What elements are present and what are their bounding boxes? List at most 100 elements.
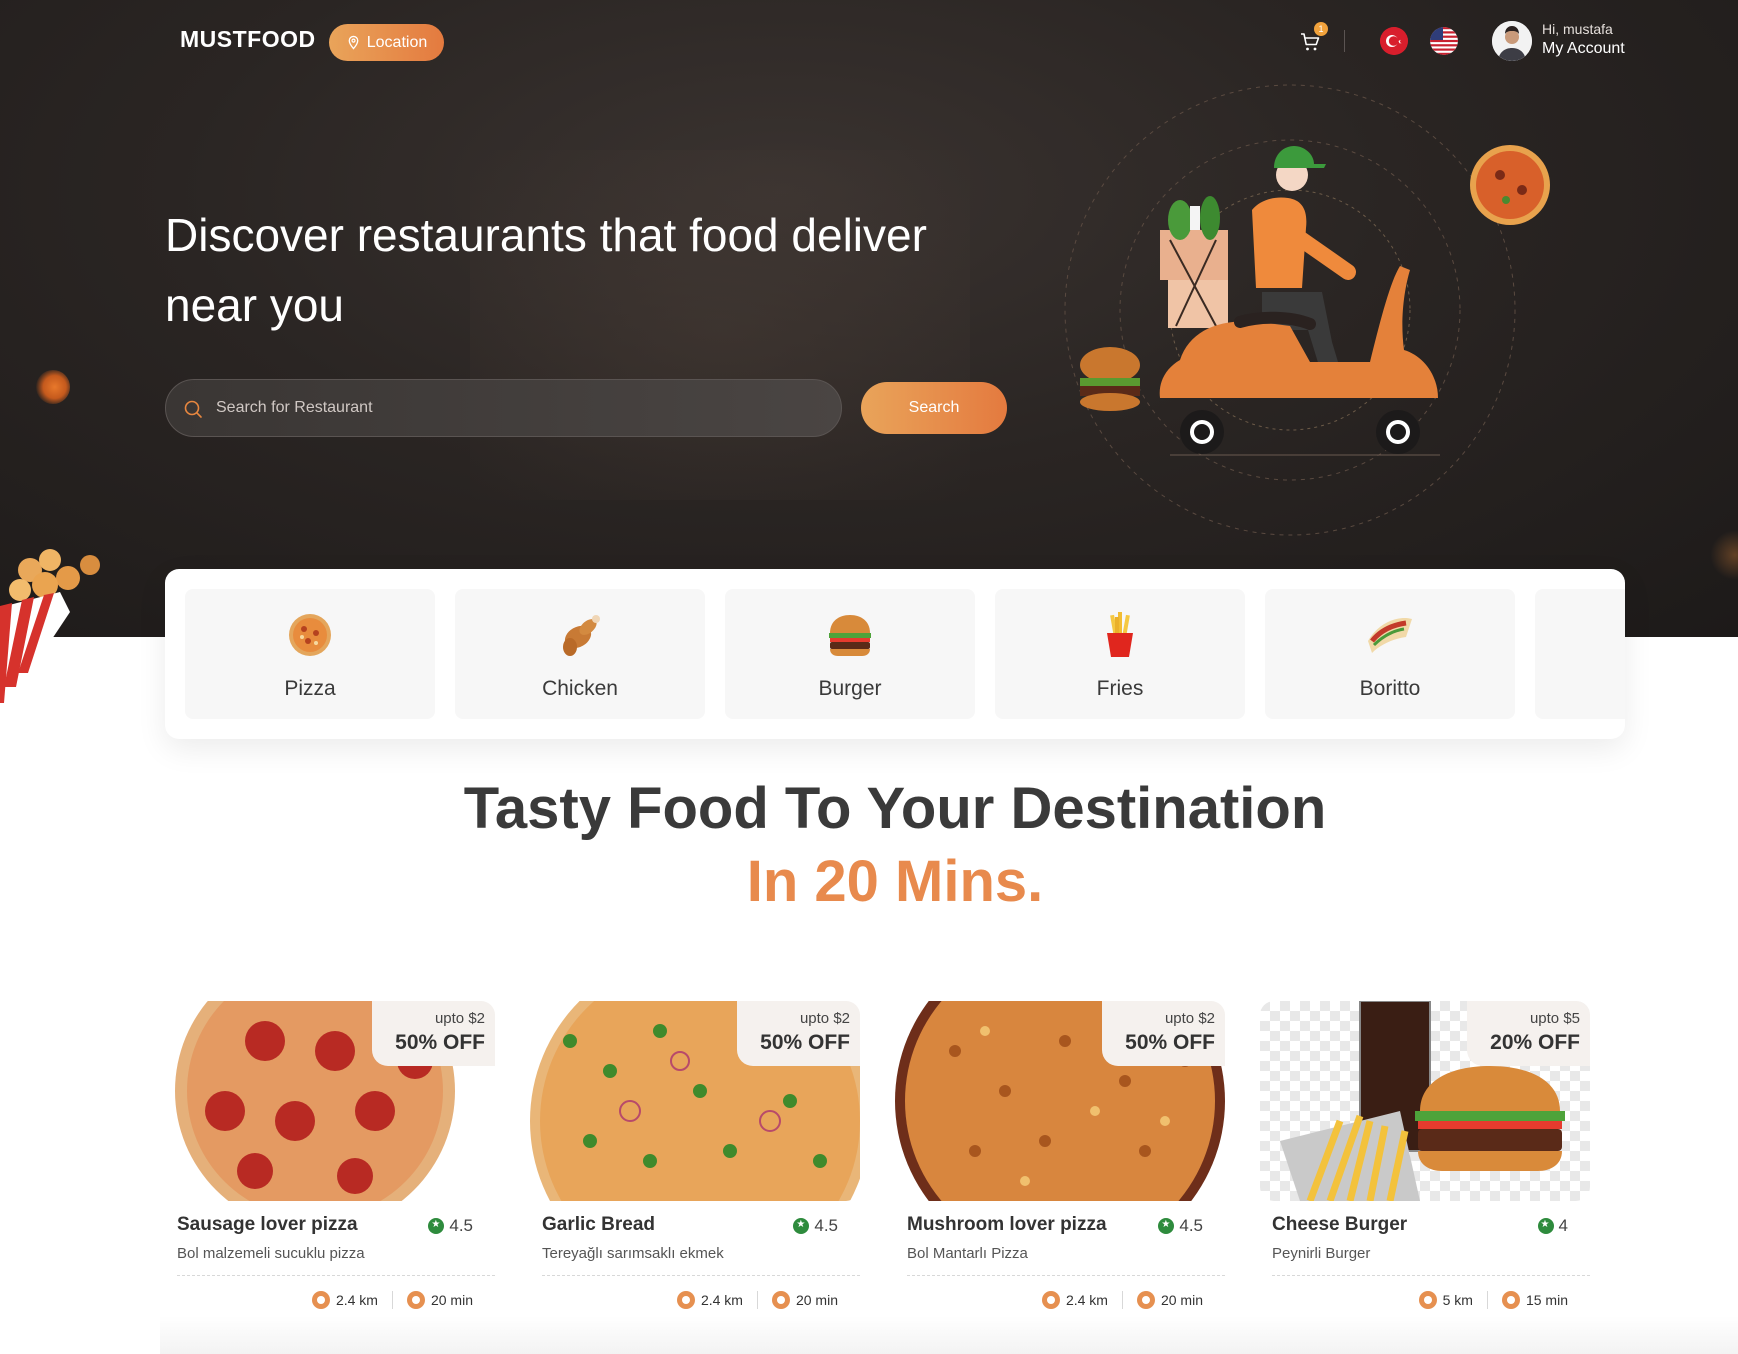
distance: 5 km bbox=[1442, 1292, 1473, 1308]
delivery-time: 20 min bbox=[430, 1292, 473, 1308]
delivery-meta: 5 km 15 min bbox=[1418, 1291, 1568, 1309]
category-label: Burger bbox=[818, 677, 882, 700]
section-subheadline: In 20 Mins. bbox=[746, 849, 1044, 914]
avatar[interactable] bbox=[1492, 21, 1532, 61]
cart-count-badge: 1 bbox=[1314, 22, 1328, 36]
rating-value: 4.5 bbox=[449, 1216, 473, 1235]
star-icon bbox=[1158, 1218, 1175, 1234]
search-button[interactable]: Search bbox=[861, 382, 1007, 434]
rating: 4.5 bbox=[1158, 1216, 1203, 1236]
us-flag-icon[interactable] bbox=[1430, 27, 1458, 55]
greeting-text: Hi, mustafa bbox=[1542, 21, 1613, 37]
delivery-time: 15 min bbox=[1525, 1292, 1568, 1308]
delivery-time: 20 min bbox=[795, 1292, 838, 1308]
location-pin-icon bbox=[1041, 1291, 1060, 1309]
category-label: Pizza bbox=[284, 677, 336, 700]
meta-divider bbox=[391, 1291, 393, 1309]
discount-badge: upto $2 50% OFF bbox=[372, 1001, 495, 1066]
discount-percent: 50% OFF bbox=[1125, 1031, 1215, 1054]
restaurant-desc: Tereyağlı sarımsaklı ekmek bbox=[542, 1245, 724, 1262]
delivery-meta: 2.4 km 20 min bbox=[311, 1291, 473, 1309]
my-account-link[interactable]: My Account bbox=[1542, 40, 1625, 58]
delivery-time: 20 min bbox=[1160, 1292, 1203, 1308]
hero-section: MUSTFOOD Location 1 Hi, mustafa My Accou… bbox=[0, 0, 1738, 637]
card-divider bbox=[907, 1275, 1225, 1276]
chicken-icon bbox=[563, 615, 600, 656]
search-icon bbox=[184, 400, 202, 418]
location-pin-icon bbox=[676, 1291, 695, 1309]
category-label: Chicken bbox=[542, 677, 618, 700]
category-chicken[interactable]: Chicken bbox=[455, 589, 705, 719]
meta-divider bbox=[1486, 1291, 1488, 1309]
category-pizza[interactable]: Pizza bbox=[185, 589, 435, 719]
category-burger[interactable]: Burger bbox=[725, 589, 975, 719]
rating: 4 bbox=[1537, 1216, 1568, 1236]
food-image: upto $2 50% OFF bbox=[895, 1001, 1225, 1201]
clock-icon bbox=[1136, 1291, 1155, 1309]
clock-icon bbox=[1501, 1291, 1520, 1309]
search-input[interactable] bbox=[216, 399, 796, 417]
category-more[interactable] bbox=[1535, 589, 1625, 719]
delivery-scooter-illustration bbox=[1064, 84, 1550, 536]
rating-value: 4.5 bbox=[814, 1216, 838, 1235]
restaurant-card[interactable]: upto $5 20% OFF Cheese Burger 4 Peynirli… bbox=[1260, 1001, 1590, 1331]
logo[interactable]: MUSTFOOD bbox=[180, 26, 316, 53]
fries-icon bbox=[1107, 612, 1133, 657]
location-label: Location bbox=[366, 33, 428, 51]
bottom-fade bbox=[160, 1316, 1738, 1354]
card-divider bbox=[177, 1275, 495, 1276]
distance: 2.4 km bbox=[1065, 1292, 1108, 1308]
food-image: upto $5 20% OFF bbox=[1260, 1001, 1590, 1201]
discount-badge: upto $5 20% OFF bbox=[1467, 1001, 1590, 1066]
star-icon bbox=[1537, 1218, 1554, 1234]
restaurant-name: Sausage lover pizza bbox=[177, 1214, 358, 1235]
burrito-icon bbox=[1368, 617, 1412, 653]
category-boritto[interactable]: Boritto bbox=[1265, 589, 1515, 719]
pizza-icon bbox=[289, 614, 331, 656]
tr-flag-icon[interactable] bbox=[1380, 27, 1408, 55]
category-label: Fries bbox=[1096, 677, 1144, 700]
discount-percent: 50% OFF bbox=[760, 1031, 850, 1054]
restaurant-desc: Bol malzemeli sucuklu pizza bbox=[177, 1245, 365, 1262]
restaurant-desc: Peynirli Burger bbox=[1272, 1245, 1371, 1262]
clock-icon bbox=[771, 1291, 790, 1309]
distance: 2.4 km bbox=[700, 1292, 743, 1308]
card-divider bbox=[542, 1275, 860, 1276]
rating-value: 4 bbox=[1558, 1216, 1568, 1235]
decorative-orb bbox=[36, 370, 70, 404]
section-headline: Tasty Food To Your Destination bbox=[463, 776, 1327, 841]
star-icon bbox=[428, 1218, 445, 1234]
restaurant-card[interactable]: upto $2 50% OFF Mushroom lover pizza 4.5… bbox=[895, 1001, 1225, 1331]
discount-upto: upto $2 bbox=[1164, 1010, 1215, 1027]
restaurant-desc: Bol Mantarlı Pizza bbox=[907, 1245, 1028, 1262]
hero-title: Discover restaurants that food deliver n… bbox=[165, 209, 927, 331]
distance: 2.4 km bbox=[335, 1292, 378, 1308]
food-image: upto $2 50% OFF bbox=[165, 1001, 495, 1201]
restaurant-name: Mushroom lover pizza bbox=[907, 1214, 1107, 1235]
restaurant-card[interactable]: upto $2 50% OFF Garlic Bread 4.5 Tereyağ… bbox=[530, 1001, 860, 1331]
delivery-meta: 2.4 km 20 min bbox=[1041, 1291, 1203, 1309]
clock-icon bbox=[406, 1291, 425, 1309]
location-pin-icon bbox=[1418, 1291, 1437, 1309]
star-icon bbox=[793, 1218, 810, 1234]
location-button[interactable]: Location bbox=[329, 24, 444, 61]
discount-upto: upto $2 bbox=[434, 1010, 485, 1027]
burger-icon bbox=[829, 615, 871, 656]
restaurant-name: Garlic Bread bbox=[542, 1214, 655, 1235]
search-bar[interactable] bbox=[165, 379, 842, 437]
restaurant-card[interactable]: upto $2 50% OFF Sausage lover pizza 4.5 … bbox=[165, 1001, 495, 1331]
popcorn-decoration bbox=[0, 549, 100, 703]
meta-divider bbox=[1121, 1291, 1123, 1309]
delivery-meta: 2.4 km 20 min bbox=[676, 1291, 838, 1309]
category-fries[interactable]: Fries bbox=[995, 589, 1245, 719]
decorative-orb bbox=[1710, 530, 1738, 580]
rating: 4.5 bbox=[793, 1216, 838, 1236]
category-panel: Pizza Chicken Burger Fries Boritto bbox=[165, 569, 1625, 739]
rating: 4.5 bbox=[428, 1216, 473, 1236]
food-image: upto $2 50% OFF bbox=[530, 1001, 860, 1201]
discount-upto: upto $5 bbox=[1529, 1010, 1580, 1027]
discount-badge: upto $2 50% OFF bbox=[1102, 1001, 1225, 1066]
discount-upto: upto $2 bbox=[799, 1010, 850, 1027]
discount-percent: 50% OFF bbox=[395, 1031, 485, 1054]
restaurant-name: Cheese Burger bbox=[1272, 1214, 1408, 1235]
